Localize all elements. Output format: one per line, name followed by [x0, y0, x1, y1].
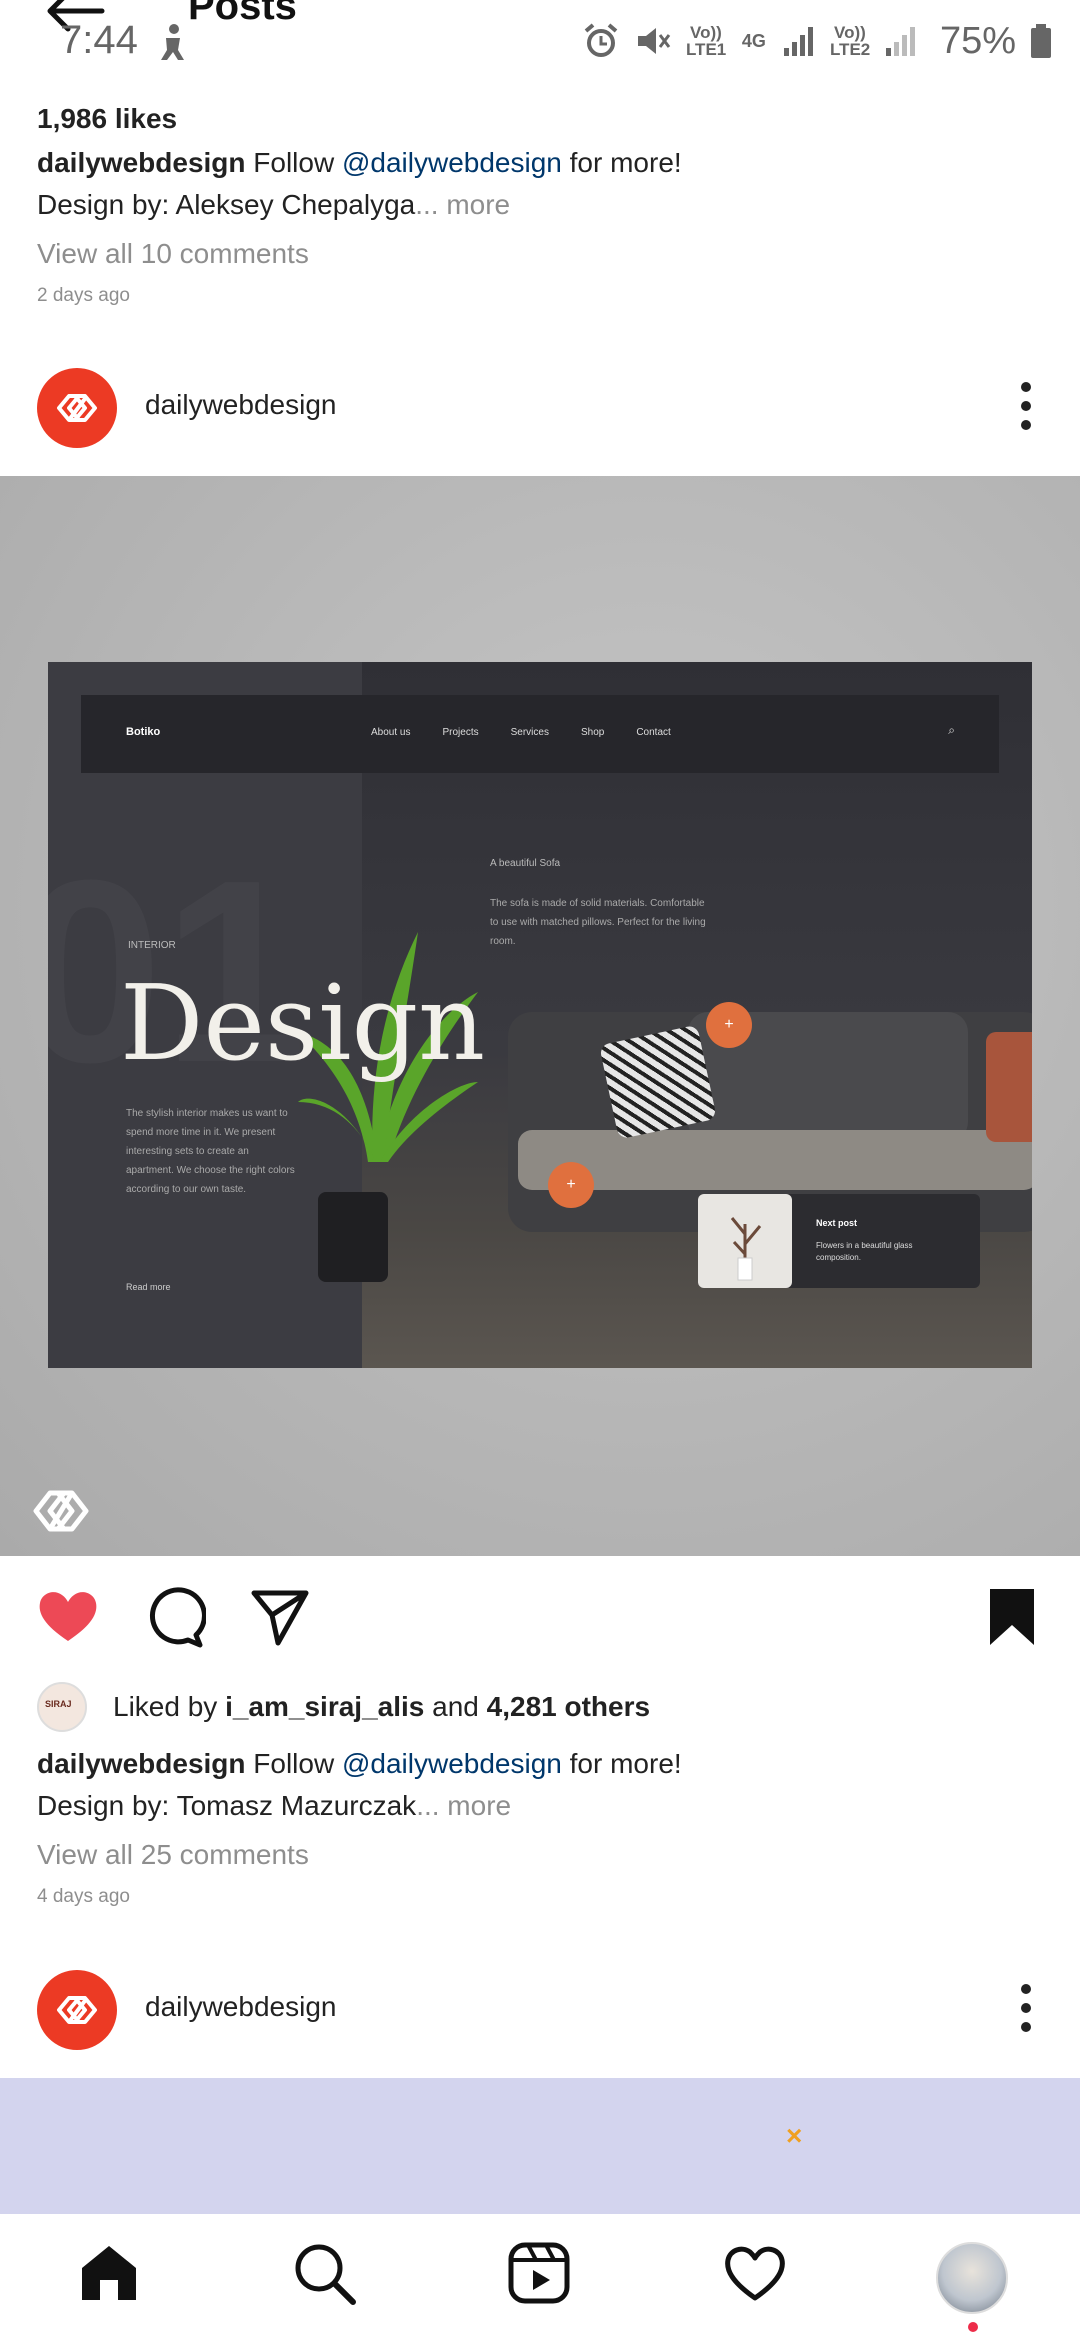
mockup-nav-item: About us: [371, 727, 411, 738]
caption-line: Design by: Aleksey Chepalyga... more: [37, 189, 511, 220]
post-username[interactable]: dailywebdesign: [145, 1991, 336, 2023]
more-options-icon[interactable]: [1020, 381, 1032, 431]
saved-bookmark-icon[interactable]: [980, 1585, 1044, 1649]
liker-avatar[interactable]: SIRAJ: [37, 1682, 87, 1732]
mockup-nav: Botiko About us Projects Services Shop C…: [81, 695, 999, 773]
activity-heart-icon[interactable]: [722, 2240, 788, 2306]
alarm-icon: [584, 23, 618, 57]
sofa-seat: [518, 1130, 1032, 1190]
like-heart-icon[interactable]: [36, 1585, 100, 1649]
page-title: Posts: [188, 0, 297, 28]
mockup-next-description: Flowers in a beautiful glass composition…: [816, 1241, 913, 1262]
view-comments-link[interactable]: View all 10 comments: [37, 232, 1047, 276]
profile-avatar[interactable]: [936, 2242, 1008, 2314]
caption-line: Design by: Tomasz Mazurczak... more: [37, 1790, 512, 1821]
mockup-nav-item: Services: [510, 727, 549, 738]
caption: dailywebdesign Follow @dailywebdesign fo…: [37, 1748, 682, 1779]
signal-icon: [783, 27, 813, 56]
accessibility-icon: [161, 24, 184, 60]
ad-close-icon[interactable]: ×: [786, 2120, 802, 2152]
mockup-sofa-description: The sofa is made of solid materials. Com…: [490, 898, 706, 947]
status-icons: Vo)) LTE1 4G Vo)) LTE2 75%: [582, 16, 1052, 66]
mute-icon: [637, 28, 671, 54]
avatar[interactable]: [37, 368, 117, 448]
post-header: dailywebdesign: [0, 363, 1080, 453]
mockup-category: INTERIOR: [128, 940, 176, 951]
post-username[interactable]: dailywebdesign: [145, 389, 336, 421]
post-actions: [0, 1585, 1080, 1655]
mockup-vase-thumbnail: [698, 1194, 792, 1288]
bottom-nav: [0, 2214, 1080, 2340]
share-icon[interactable]: [248, 1585, 312, 1649]
likes-others-count[interactable]: 4,281 others: [487, 1691, 650, 1723]
mockup-nav-links: About us Projects Services Shop Contact: [371, 727, 671, 738]
website-mockup: 01 Botiko About us Projects Services Sho…: [48, 662, 1032, 1368]
plant-pot: [318, 1192, 388, 1282]
signal-icon: [885, 27, 915, 56]
mockup-nav-item: Projects: [442, 727, 479, 738]
mockup-read-more: Read more: [126, 1282, 171, 1292]
battery-percent: 75%: [939, 19, 1016, 62]
rust-pillow: [986, 1032, 1032, 1142]
mockup-nav-item: Contact: [636, 727, 671, 738]
home-icon[interactable]: [76, 2240, 142, 2306]
mockup-description: The stylish interior makes us want to sp…: [126, 1108, 295, 1195]
caption-username[interactable]: dailywebdesign: [37, 147, 246, 178]
avatar[interactable]: [37, 1970, 117, 2050]
network-label: 4G: [741, 30, 766, 51]
search-icon[interactable]: [291, 2240, 357, 2306]
status-bar: 7:44 Posts Vo)) LTE1 4G Vo)) LTE2 75%: [0, 0, 1080, 90]
watermark-logo-icon: [33, 1490, 89, 1532]
mockup-sofa-title: A beautiful Sofa: [490, 858, 561, 869]
mockup-brand: Botiko: [126, 726, 161, 738]
view-comments-link[interactable]: View all 25 comments: [37, 1833, 1047, 1877]
mockup-plus-button: +: [548, 1162, 594, 1208]
liked-by-row[interactable]: SIRAJ Liked by i_am_siraj_alis and 4,281…: [37, 1682, 650, 1732]
notification-dot: [968, 2322, 978, 2332]
mockup-search-icon: ⌕: [948, 723, 955, 737]
brand-logo-icon: [57, 394, 97, 422]
post-timestamp: 4 days ago: [37, 1886, 130, 1907]
mention-link[interactable]: @dailywebdesign: [342, 147, 562, 178]
sim2-label: Vo)) LTE2: [829, 23, 871, 59]
brand-logo-icon: [57, 1996, 97, 2024]
mockup-next-post-card: Next post Flowers in a beautiful glass c…: [698, 1194, 980, 1288]
mockup-headline: Design: [120, 962, 486, 1084]
reels-icon[interactable]: [506, 2240, 572, 2306]
post-image[interactable]: 01 Botiko About us Projects Services Sho…: [0, 476, 1080, 1556]
ad-banner[interactable]: ×: [0, 2078, 1080, 2214]
caption-username[interactable]: dailywebdesign: [37, 1748, 246, 1779]
caption: dailywebdesign Follow @dailywebdesign fo…: [37, 147, 682, 178]
mockup-plus-button: +: [706, 1002, 752, 1048]
mention-link[interactable]: @dailywebdesign: [342, 1748, 562, 1779]
more-link[interactable]: ... more: [415, 189, 510, 220]
post-header: dailywebdesign: [0, 1965, 1080, 2055]
post-timestamp: 2 days ago: [37, 285, 130, 306]
likes-count[interactable]: 1,986 likes: [37, 97, 1047, 141]
mockup-nav-item: Shop: [580, 727, 605, 738]
comment-icon[interactable]: [142, 1585, 206, 1649]
sim1-label: Vo)) LTE1: [685, 23, 727, 59]
battery-icon: [1031, 24, 1051, 58]
clock-time: 7:44: [60, 18, 138, 62]
mockup-next-title: Next post: [816, 1218, 858, 1228]
more-options-icon[interactable]: [1020, 1983, 1032, 2033]
liker-username[interactable]: i_am_siraj_alis: [225, 1691, 424, 1723]
more-link[interactable]: ... more: [416, 1790, 511, 1821]
houndstooth-pillow: [599, 1024, 717, 1140]
